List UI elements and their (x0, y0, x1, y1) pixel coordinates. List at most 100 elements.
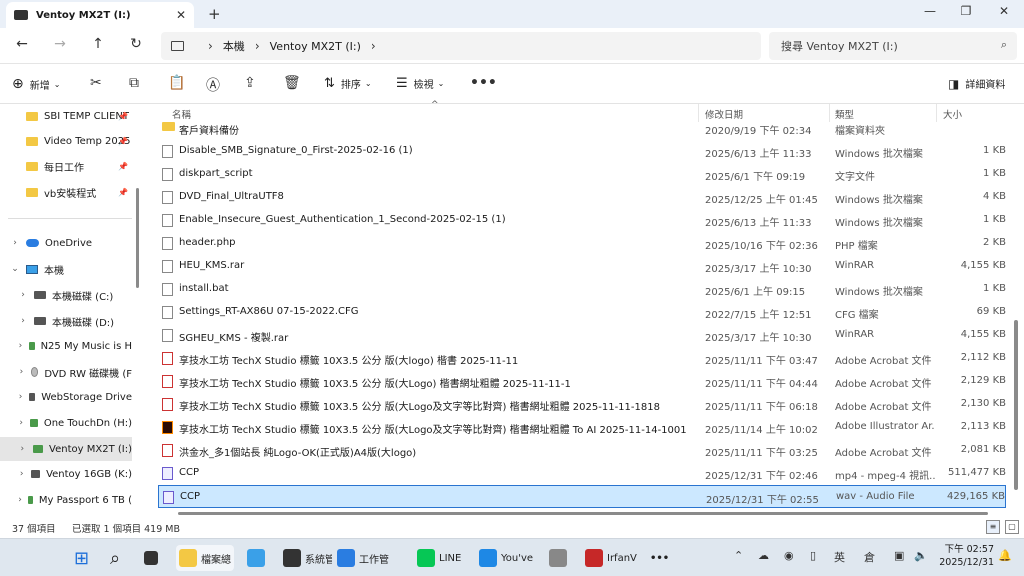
file-row[interactable]: Settings_RT-AX86U 07-15-2022.CFG 2022/7/1… (158, 301, 1006, 324)
vertical-scrollbar[interactable] (1014, 320, 1018, 490)
details-view-icon[interactable]: ≡ (986, 520, 1000, 534)
chevron-right-icon[interactable]: › (255, 39, 260, 53)
forward-button[interactable]: → (50, 36, 70, 52)
minimize-button[interactable]: — (920, 4, 940, 18)
chevron-right-icon[interactable]: › (208, 39, 213, 53)
media-file-icon (162, 467, 173, 480)
file-row[interactable]: 享技水工坊 TechX Studio 標籤 10X3.5 公分 版(大Logo)… (158, 370, 1006, 393)
file-row[interactable]: 洪金水_多1個站長 純Logo-OK(正式版)A4版(大logo) 2025/11… (158, 439, 1006, 462)
chevron-right-icon[interactable]: › (10, 238, 20, 248)
chevron-right-icon[interactable]: › (18, 341, 23, 351)
file-row[interactable]: 享技水工坊 TechX Studio 標籤 10X3.5 公分 版(大Logo及… (158, 416, 1006, 439)
tab-ventoy[interactable]: Ventoy MX2T (I:) ✕ (6, 2, 194, 28)
breadcrumb-this-pc[interactable]: 本機 (223, 38, 245, 54)
paste-icon[interactable]: 📋 (168, 75, 185, 91)
refresh-button[interactable]: ↻ (126, 36, 146, 52)
sidebar-item[interactable]: SBI TEMP CLIENT 📌 (0, 104, 132, 128)
chevron-right-icon[interactable]: › (18, 469, 25, 479)
taskbar-app[interactable]: IrfanV (582, 545, 638, 571)
file-row[interactable]: install.bat 2025/6/1 上午 09:15 Windows 批次檔案… (158, 278, 1006, 301)
taskbar-app[interactable]: 工作管 (334, 545, 394, 571)
taskbar-app[interactable] (546, 545, 576, 571)
taskbar-search-icon[interactable]: ⌕ (110, 545, 120, 571)
file-row[interactable]: 享技水工坊 TechX Studio 標籤 10X3.5 公分 版(大Logo及… (158, 393, 1006, 416)
maximize-button[interactable]: ❐ (956, 4, 976, 18)
cut-icon[interactable]: ✂ (90, 75, 102, 91)
chevron-right-icon[interactable]: › (18, 444, 27, 454)
new-tab-button[interactable]: + (208, 5, 221, 23)
file-row[interactable]: HEU_KMS.rar 2025/3/17 上午 10:30 WinRAR 4,155… (158, 255, 1006, 278)
search-input[interactable]: 搜尋 Ventoy MX2T (I:) ⌕ (769, 32, 1017, 60)
sidebar-item[interactable]: › 本機磁碟 (D:) (0, 309, 132, 333)
more-icon[interactable]: ••• (470, 75, 497, 91)
chevron-right-icon[interactable]: › (18, 367, 25, 377)
file-row[interactable]: header.php 2025/10/16 下午 02:36 PHP 檔案 2 KB (158, 232, 1006, 255)
taskbar-app[interactable]: LINE (414, 545, 464, 571)
copy-icon[interactable]: ⧉ (129, 75, 139, 91)
start-icon[interactable]: ⊞ (74, 545, 89, 571)
sidebar-item[interactable]: Video Temp 2025 📌 (0, 129, 132, 153)
ime-indicator[interactable]: 英 (834, 549, 845, 565)
sidebar-item[interactable]: › My Passport 6 TB ( (0, 488, 132, 512)
chevron-right-icon[interactable]: › (18, 495, 22, 505)
usb-icon[interactable]: ▯ (810, 549, 816, 562)
chevron-down-icon[interactable]: ⌄ (10, 264, 20, 274)
file-row[interactable]: 享技水工坊 TechX Studio 標籤 10X3.5 公分 版(大logo)… (158, 347, 1006, 370)
sidebar-item[interactable]: › OneDrive (0, 231, 132, 255)
sidebar-item[interactable]: › WebStorage Drive (0, 385, 132, 409)
back-button[interactable]: ← (12, 36, 32, 52)
file-row[interactable]: CCP 2025/12/31 下午 02:46 mp4 - mpeg-4 視訊...… (158, 462, 1006, 485)
chevron-right-icon[interactable]: › (18, 418, 24, 428)
file-row[interactable]: SGHEU_KMS - 複製.rar 2025/3/17 上午 10:30 WinR… (158, 324, 1006, 347)
file-row[interactable]: CCP 2025/12/31 下午 02:55 wav - Audio File 42… (158, 485, 1006, 508)
sidebar-item[interactable]: › 本機磁碟 (C:) (0, 283, 132, 307)
sidebar-item[interactable]: 每日工作 📌 (0, 154, 132, 178)
sidebar-item[interactable]: › One TouchDn (H:) (0, 411, 132, 435)
sidebar-item[interactable]: › DVD RW 磁碟機 (F (0, 360, 132, 384)
cloud-sync-icon[interactable]: ☁ (758, 549, 769, 562)
file-row[interactable]: Enable_Insecure_Guest_Authentication_1_S… (158, 209, 1006, 232)
sidebar-item[interactable]: › N25 My Music is H (0, 334, 132, 358)
address-bar[interactable]: › 本機 › Ventoy MX2T (I:) › (161, 32, 761, 60)
details-button[interactable]: ◨ 詳細資料 (948, 76, 1005, 92)
tiles-view-icon[interactable]: ▢ (1005, 520, 1019, 534)
share-icon[interactable]: ⇪ (244, 75, 256, 91)
sort-button[interactable]: ⇅ 排序 ⌄ (324, 76, 372, 91)
file-row[interactable]: 客戶資料備份 2020/9/19 下午 02:34 檔案資料夾 (158, 117, 1006, 140)
file-row[interactable]: diskpart_script 2025/6/1 下午 09:19 文字文件 1 KB (158, 163, 1006, 186)
sidebar-scrollbar[interactable] (136, 188, 139, 288)
chevron-up-icon[interactable]: ⌃ (734, 549, 743, 562)
clock[interactable]: 下午 02:57 2025/12/31 (934, 543, 994, 569)
task-view-icon[interactable] (144, 545, 162, 571)
taskbar-app[interactable] (244, 545, 274, 571)
sidebar-item[interactable]: › Ventoy 16GB (K:) (0, 462, 132, 486)
security-icon[interactable]: ◉ (784, 549, 794, 562)
sidebar-item[interactable]: ⌄ 本機 (0, 257, 132, 281)
view-button[interactable]: ☰ 檢視 ⌄ (396, 76, 444, 91)
file-row[interactable]: DVD_Final_UltraUTF8 2025/12/25 上午 01:45 Wi… (158, 186, 1006, 209)
ime-mode-indicator[interactable]: 倉 (864, 549, 875, 565)
sidebar-item[interactable]: › Ventoy MX2T (I:) (0, 437, 132, 461)
horizontal-scrollbar[interactable] (178, 512, 988, 515)
up-button[interactable]: ↑ (88, 36, 108, 52)
new-button[interactable]: ⊕ 新增 ⌄ (12, 76, 60, 92)
network-icon[interactable]: ▣ (894, 549, 904, 562)
file-row[interactable]: Disable_SMB_Signature_0_First-2025-02-16… (158, 140, 1006, 163)
chevron-right-icon[interactable]: › (18, 316, 28, 326)
rename-icon[interactable]: Ⓐ (206, 75, 220, 95)
chevron-right-icon[interactable]: › (371, 39, 376, 53)
volume-icon[interactable]: 🔈 (914, 549, 928, 562)
chevron-right-icon[interactable]: › (18, 290, 28, 300)
taskbar-app[interactable]: 檔案總 (176, 545, 234, 571)
sidebar-item[interactable]: vb安裝程式 📌 (0, 180, 132, 204)
close-tab-icon[interactable]: ✕ (176, 8, 186, 22)
taskbar-app[interactable]: You've (476, 545, 534, 571)
close-window-button[interactable]: ✕ (994, 4, 1014, 18)
drive-icon (29, 393, 36, 401)
chevron-right-icon[interactable]: › (18, 392, 23, 402)
breadcrumb-ventoy[interactable]: Ventoy MX2T (I:) (270, 40, 361, 53)
taskbar-more-icon[interactable]: ••• (650, 545, 669, 571)
notification-icon[interactable]: 🔔 (998, 549, 1012, 562)
delete-icon[interactable]: 🗑 (283, 75, 301, 91)
taskbar-app[interactable]: 系統管 (280, 545, 332, 571)
